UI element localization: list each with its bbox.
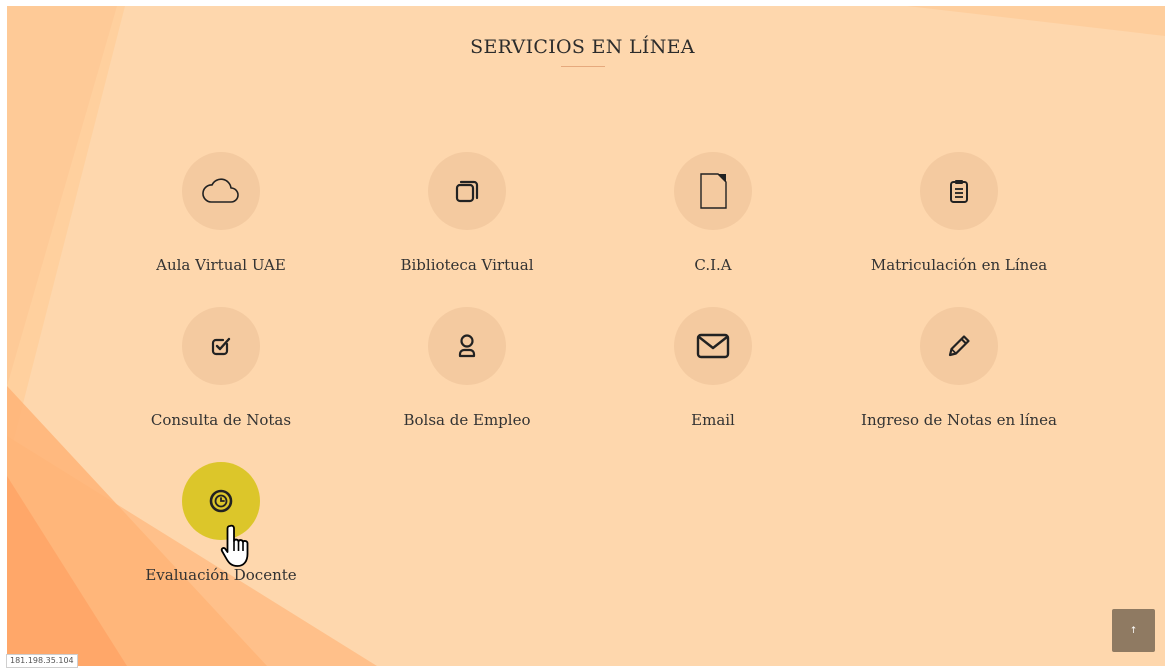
service-label[interactable]: Consulta de Notas bbox=[101, 411, 341, 429]
service-biblioteca-virtual[interactable]: Biblioteca Virtual bbox=[347, 152, 587, 292]
envelope-icon bbox=[696, 333, 730, 359]
service-bolsa-empleo[interactable]: Bolsa de Empleo bbox=[347, 307, 587, 447]
service-icon-circle[interactable] bbox=[428, 152, 506, 230]
service-cia[interactable]: C.I.A bbox=[593, 152, 833, 292]
title-divider bbox=[561, 66, 605, 67]
clipboard-icon bbox=[948, 178, 970, 204]
service-icon-circle[interactable] bbox=[920, 307, 998, 385]
service-label[interactable]: Evaluación Docente bbox=[101, 566, 341, 584]
scroll-to-top-button[interactable]: ↑ bbox=[1112, 609, 1155, 652]
service-label[interactable]: Matriculación en Línea bbox=[839, 256, 1079, 274]
service-icon-circle[interactable] bbox=[182, 152, 260, 230]
service-matriculacion[interactable]: Matriculación en Línea bbox=[839, 152, 1079, 292]
pencil-icon bbox=[945, 332, 973, 360]
service-aula-virtual[interactable]: Aula Virtual UAE bbox=[101, 152, 341, 292]
service-ingreso-notas[interactable]: Ingreso de Notas en línea bbox=[839, 307, 1079, 447]
service-icon-circle[interactable] bbox=[674, 152, 752, 230]
checkbox-icon bbox=[210, 335, 232, 357]
service-label[interactable]: Aula Virtual UAE bbox=[101, 256, 341, 274]
service-label[interactable]: Ingreso de Notas en línea bbox=[839, 411, 1079, 429]
service-icon-circle[interactable] bbox=[182, 462, 260, 540]
service-label[interactable]: Bolsa de Empleo bbox=[347, 411, 587, 429]
service-icon-circle[interactable] bbox=[182, 307, 260, 385]
service-icon-circle[interactable] bbox=[920, 152, 998, 230]
clock-icon bbox=[208, 488, 234, 514]
stacked-copies-icon bbox=[453, 177, 481, 205]
section-title: SERVICIOS EN LÍNEA bbox=[470, 36, 695, 58]
service-label[interactable]: C.I.A bbox=[593, 256, 833, 274]
service-label[interactable]: Email bbox=[593, 411, 833, 429]
service-evaluacion-docente[interactable]: Evaluación Docente bbox=[101, 462, 341, 602]
arrow-up-icon: ↑ bbox=[1129, 625, 1138, 636]
person-icon bbox=[457, 333, 477, 359]
service-label[interactable]: Biblioteca Virtual bbox=[347, 256, 587, 274]
cloud-icon bbox=[202, 176, 240, 206]
service-consulta-notas[interactable]: Consulta de Notas bbox=[101, 307, 341, 447]
document-icon bbox=[698, 172, 728, 210]
service-icon-circle[interactable] bbox=[674, 307, 752, 385]
service-icon-circle[interactable] bbox=[428, 307, 506, 385]
service-email[interactable]: Email bbox=[593, 307, 833, 447]
